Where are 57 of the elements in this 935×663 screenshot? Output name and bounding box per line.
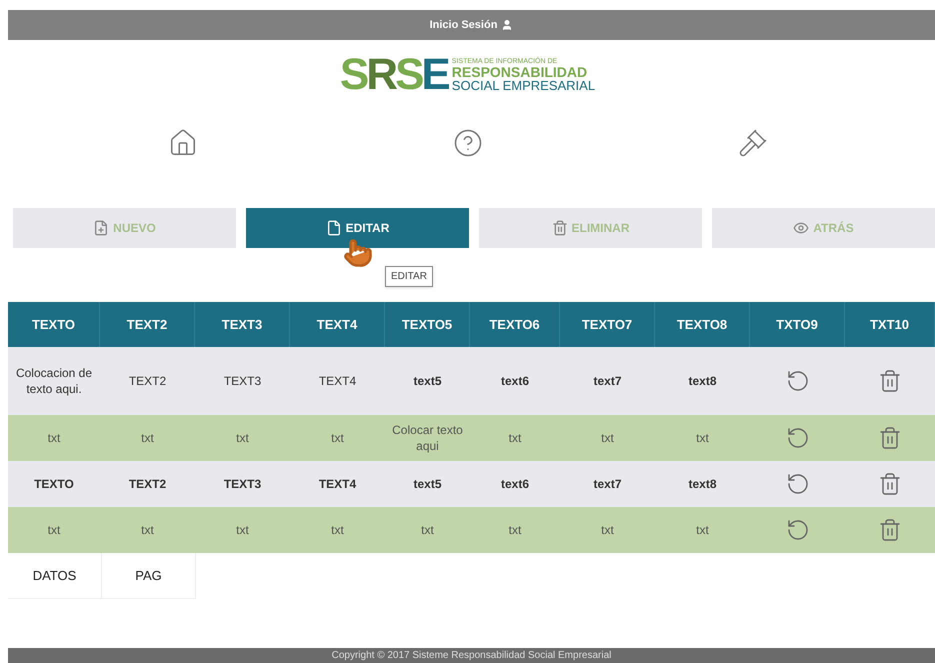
table-cell-text: text6 (500, 476, 530, 493)
table-cell-text: TEXT3 (222, 476, 262, 493)
document-icon (326, 220, 342, 236)
table-cell-text: txt (140, 430, 155, 447)
pagination-cell[interactable]: DATOS (8, 553, 102, 599)
table-cell-text: Colocacion de texto aqui. (14, 365, 94, 398)
file-plus-icon (93, 220, 110, 236)
table-cell-text: text5 (412, 373, 442, 390)
trash-icon (552, 220, 568, 236)
table-cell-text: txt (140, 522, 155, 539)
table-cell-text: txt (235, 522, 250, 539)
trash-icon[interactable] (878, 518, 902, 542)
table-cell-text: txt (695, 430, 710, 447)
table-cell-text: TEXT2 (128, 373, 168, 390)
table-cell-text: text5 (412, 476, 442, 493)
table-cell-text: txt (46, 430, 62, 447)
table-cell-text: text7 (592, 373, 622, 390)
table-cell-text: txt (600, 430, 615, 447)
table-cell-text: text8 (687, 373, 718, 390)
table-cell-text: txt (600, 522, 615, 539)
table-cell-text: TEXT2 (128, 476, 168, 493)
table-cell-text: txt (330, 430, 345, 447)
table-cell-text: txt (330, 522, 345, 539)
table-cell-text: txt (508, 522, 522, 539)
gavel-icon[interactable] (738, 128, 768, 158)
login-link[interactable]: Inicio Sesión (430, 16, 498, 34)
action-button[interactable]: EDITAR (246, 208, 469, 248)
table-cell-text: TEXT3 (222, 373, 262, 390)
logo-text: SOCIAL EMPRESARIAL (452, 79, 596, 92)
table-cell-text: TEXTO (33, 476, 75, 493)
logo-text: RESPONSABILIDAD (452, 65, 588, 79)
table-cell-text: text8 (687, 476, 718, 493)
table-cell-text: txt (695, 522, 710, 539)
table-cell-text: TEXT4 (318, 476, 358, 493)
rotate-icon[interactable] (786, 518, 810, 542)
copyright-text: Copyright © 2017 Sisteme Responsabilidad Social Empresarial (332, 649, 612, 663)
hand-cursor-icon (343, 238, 373, 268)
tooltip: EDITAR (385, 266, 433, 287)
help-icon[interactable] (452, 128, 482, 158)
table-cell-text: TEXT4 (318, 373, 358, 390)
table-cell-text: text7 (592, 476, 622, 493)
table-cell-text: txt (508, 430, 522, 447)
rotate-icon[interactable] (786, 369, 810, 393)
pagination-cell[interactable]: PAG (102, 553, 196, 599)
user-icon (501, 19, 514, 31)
table-cell-text: text6 (500, 373, 530, 390)
rotate-icon[interactable] (786, 426, 810, 450)
trash-icon[interactable] (878, 472, 902, 496)
trash-icon[interactable] (878, 426, 902, 450)
table-cell-text: txt (420, 522, 435, 539)
trash-icon[interactable] (878, 369, 902, 393)
eye-icon (793, 220, 810, 236)
rotate-icon[interactable] (786, 472, 810, 496)
table-cell-text: Colocar texto aqui (391, 422, 464, 455)
logo-mark: SRSE (340, 53, 448, 97)
table-cell-text: txt (235, 430, 250, 447)
table-cell-text: txt (46, 522, 62, 539)
